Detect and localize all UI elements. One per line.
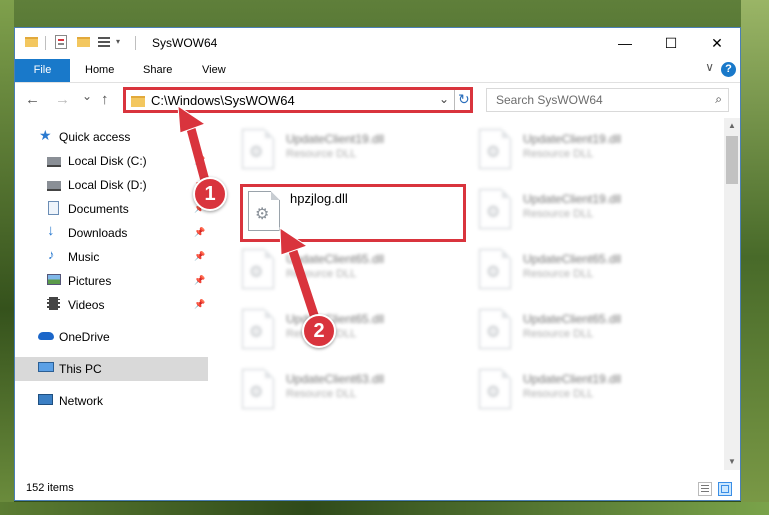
arrow-to-address-bar xyxy=(177,105,212,193)
annotation-arrows xyxy=(177,105,320,323)
callout-badge-2: 2 xyxy=(302,314,336,348)
callout-badge-1: 1 xyxy=(193,177,227,211)
arrow-to-selected-file xyxy=(279,227,320,323)
